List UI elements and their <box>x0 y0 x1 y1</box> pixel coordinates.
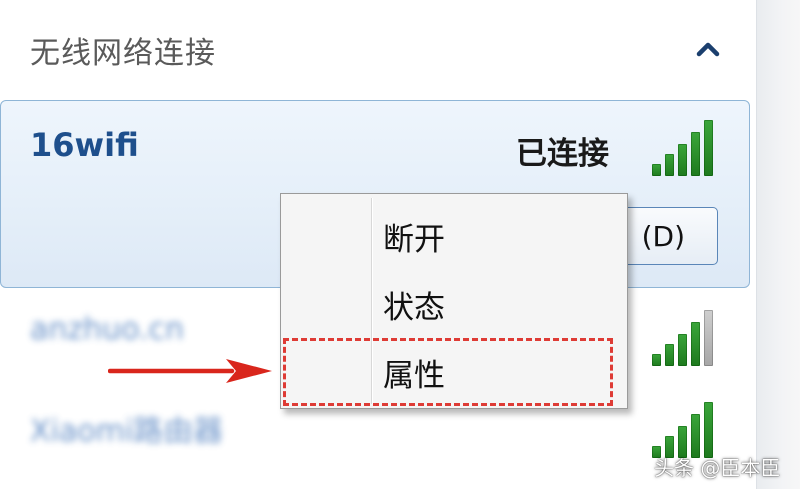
wifi-signal-icon <box>652 398 722 458</box>
network-name: 16wifi <box>30 126 139 164</box>
section-title: 无线网络连接 <box>30 36 216 71</box>
connection-status: 已连接 <box>516 136 609 172</box>
signal-bar <box>678 144 687 176</box>
network-name-blurred[interactable]: Xiaomi路由器 <box>30 406 223 450</box>
menu-item-status[interactable]: 状态 <box>383 282 445 327</box>
signal-bar <box>704 310 713 366</box>
signal-bar <box>691 132 700 176</box>
highlight-box <box>283 338 613 406</box>
signal-bar <box>652 354 661 366</box>
signal-bar <box>678 334 687 366</box>
signal-bar <box>704 120 713 176</box>
watermark-text: 头条 @臣本臣 <box>654 456 781 480</box>
right-scroll-rail <box>756 0 800 489</box>
signal-bar <box>704 402 713 458</box>
network-name-blurred[interactable]: anzhuo.cn <box>30 312 184 347</box>
wifi-signal-icon <box>652 306 722 366</box>
signal-bar <box>652 164 661 176</box>
menu-item-disconnect[interactable]: 断开 <box>383 214 445 259</box>
wifi-signal-icon <box>652 116 722 176</box>
signal-bar <box>665 154 674 176</box>
signal-bar <box>665 344 674 366</box>
signal-bar <box>691 322 700 366</box>
chevron-up-icon[interactable] <box>694 38 722 60</box>
red-arrow-right-icon <box>108 359 272 383</box>
